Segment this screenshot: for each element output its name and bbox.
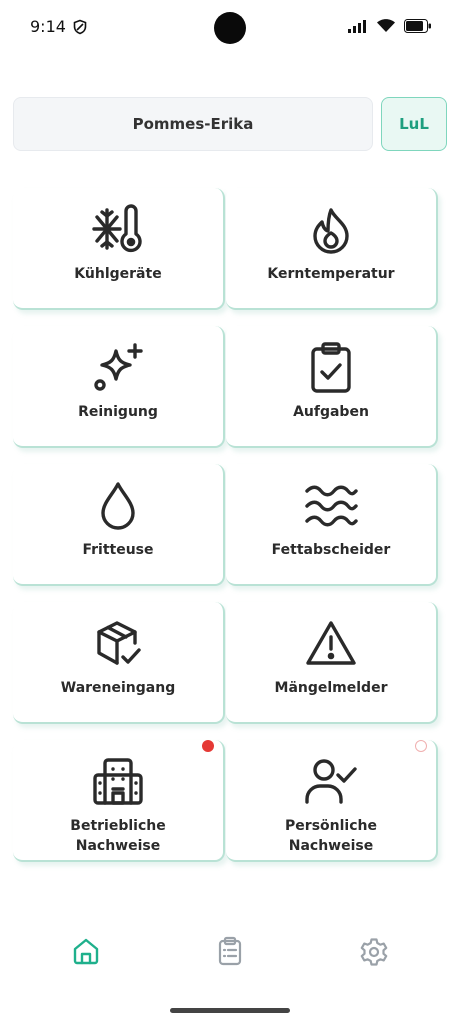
notification-badge <box>202 740 214 752</box>
tile-label-line2: Nachweise <box>288 838 374 854</box>
gear-icon <box>360 938 388 966</box>
tile-label: Fettabscheider <box>271 542 391 558</box>
waves-icon <box>305 485 358 527</box>
nav-home[interactable] <box>71 936 101 966</box>
clipboard-list-icon <box>218 936 242 966</box>
building-icon <box>93 758 143 805</box>
tile-fritteuse[interactable]: Fritteuse <box>13 464 225 586</box>
battery-icon <box>404 18 431 33</box>
fridge-thermometer-icon <box>92 204 142 253</box>
home-indicator <box>170 1008 290 1013</box>
tile-wareneingang[interactable]: Wareneingang <box>13 602 225 724</box>
tile-label-line1: Persönliche <box>285 818 377 834</box>
tile-kerntemperatur[interactable]: Kerntemperatur <box>226 188 438 310</box>
tile-betriebliche-nachweise[interactable]: Betriebliche Nachweise <box>13 740 225 862</box>
tile-fettabscheider[interactable]: Fettabscheider <box>226 464 438 586</box>
notification-badge-empty <box>415 740 427 752</box>
status-icons <box>348 18 432 33</box>
status-time: 9:14 <box>30 17 66 36</box>
tile-label: Kühlgeräte <box>74 266 162 282</box>
tile-label: Mängelmelder <box>274 680 388 696</box>
signal-icon <box>348 19 366 33</box>
app-screen: 9:14 Pommes-Erika LuL Kühlgeräte Kerntem… <box>0 0 460 1024</box>
flame-icon <box>313 208 349 254</box>
tile-aufgaben[interactable]: Aufgaben <box>226 326 438 448</box>
location-selector[interactable]: Pommes-Erika <box>13 97 373 151</box>
user-check-icon <box>305 759 357 804</box>
sparkles-icon <box>94 343 143 391</box>
tile-kuehlgeraete[interactable]: Kühlgeräte <box>13 188 225 310</box>
drop-icon <box>101 482 135 530</box>
warning-triangle-icon <box>306 621 356 665</box>
tile-label-line2: Nachweise <box>75 838 161 854</box>
tile-label: Kerntemperatur <box>267 266 395 282</box>
user-profile-button[interactable]: LuL <box>381 97 447 151</box>
tile-reinigung[interactable]: Reinigung <box>13 326 225 448</box>
tile-label-line1: Betriebliche <box>70 818 166 834</box>
tile-label: Wareneingang <box>60 680 176 696</box>
tile-label: Reinigung <box>78 404 158 420</box>
wifi-icon <box>377 19 395 32</box>
tile-label: Fritteuse <box>82 542 154 558</box>
package-check-icon <box>97 621 141 665</box>
nav-tasks[interactable] <box>215 936 245 966</box>
location-name: Pommes-Erika <box>132 115 254 133</box>
shield-icon <box>73 19 87 35</box>
home-icon <box>73 938 99 965</box>
bottom-nav <box>0 920 460 990</box>
camera-cutout <box>214 12 246 44</box>
clipboard-check-icon <box>311 342 351 393</box>
nav-settings[interactable] <box>359 936 389 966</box>
tile-persoenliche-nachweise[interactable]: Persönliche Nachweise <box>226 740 438 862</box>
tile-label: Aufgaben <box>293 404 369 420</box>
user-initials: LuL <box>399 115 429 133</box>
status-bar: 9:14 <box>0 0 460 56</box>
tile-maengelmelder[interactable]: Mängelmelder <box>226 602 438 724</box>
